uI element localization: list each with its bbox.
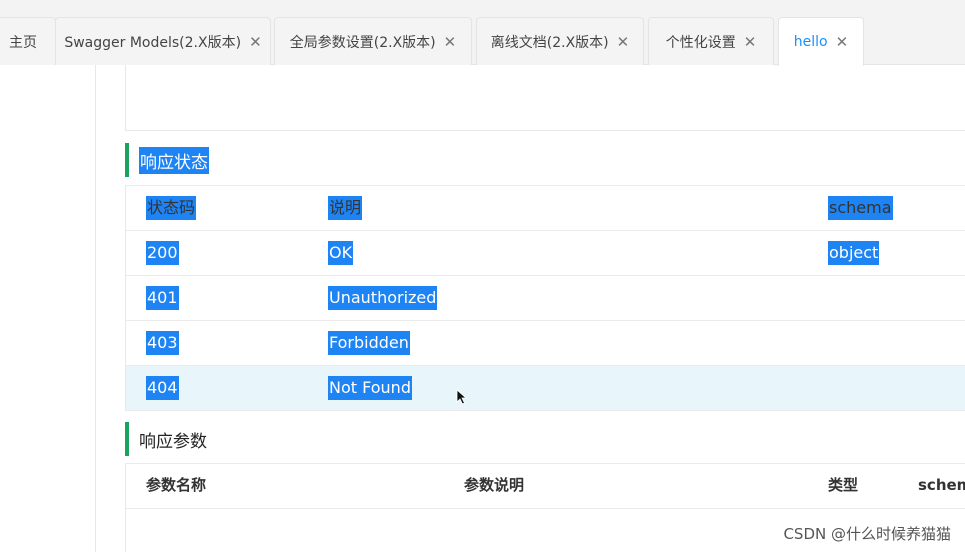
close-icon[interactable]: ✕: [617, 33, 630, 51]
header-status-code: 状态码: [146, 196, 197, 220]
tab-hello[interactable]: hello ✕: [778, 17, 864, 66]
status-description: OK: [328, 241, 354, 265]
tab-home[interactable]: 主页: [0, 17, 56, 65]
close-icon[interactable]: ✕: [836, 33, 849, 51]
header-type: 类型: [828, 476, 859, 494]
response-status-table: 状态码 说明 schema 200 OK object 401 Unauthor…: [125, 185, 965, 411]
status-description: Unauthorized: [328, 286, 438, 310]
section-accent-bar: [125, 143, 129, 177]
tab-global-params[interactable]: 全局参数设置(2.X版本) ✕: [274, 17, 472, 65]
close-icon[interactable]: ✕: [744, 33, 757, 51]
table-row[interactable]: 404 Not Found: [126, 365, 965, 410]
close-icon[interactable]: ✕: [249, 33, 262, 51]
tab-label: hello: [793, 34, 828, 50]
tab-label: 离线文档(2.X版本): [490, 34, 609, 51]
section-title-text: 响应状态: [139, 146, 209, 174]
tab-offline-docs[interactable]: 离线文档(2.X版本) ✕: [476, 17, 644, 65]
header-description: 说明: [328, 196, 363, 220]
table-row[interactable]: 200 OK object: [126, 230, 965, 275]
table-header-row: 参数名称 参数说明 类型 schem: [126, 463, 965, 508]
section-accent-bar: [125, 422, 129, 456]
tab-bar: 主页 Swagger Models(2.X版本) ✕ 全局参数设置(2.X版本)…: [0, 0, 965, 66]
table-row[interactable]: 401 Unauthorized: [126, 275, 965, 320]
close-icon[interactable]: ✕: [444, 33, 457, 51]
status-description: Forbidden: [328, 331, 410, 355]
header-schema: schema: [828, 196, 893, 220]
tab-swagger-models[interactable]: Swagger Models(2.X版本) ✕: [55, 17, 271, 65]
status-code: 401: [146, 286, 179, 310]
tab-personalization[interactable]: 个性化设置 ✕: [648, 17, 774, 65]
status-code: 200: [146, 241, 179, 265]
table-bottom-border: [126, 410, 965, 411]
response-status-title: 响应状态: [125, 143, 209, 177]
table-header-row: 状态码 说明 schema: [126, 185, 965, 230]
status-description: Not Found: [328, 376, 412, 400]
left-panel: [0, 65, 96, 552]
tab-label: 全局参数设置(2.X版本): [289, 34, 436, 51]
previous-section-box: [125, 65, 965, 131]
header-param-name: 参数名称: [146, 476, 207, 494]
status-code: 403: [146, 331, 179, 355]
tab-label: Swagger Models(2.X版本): [64, 34, 242, 51]
status-code: 404: [146, 376, 179, 400]
tab-label: 主页: [9, 34, 37, 51]
mouse-cursor-icon: [456, 389, 468, 405]
watermark: CSDN @什么时候养猫猫: [783, 525, 951, 543]
response-params-title: 响应参数: [125, 422, 207, 456]
header-schema: schem: [918, 476, 965, 494]
status-schema: object: [828, 241, 880, 265]
section-title-text: 响应参数: [139, 431, 207, 452]
tab-label: 个性化设置: [665, 34, 736, 51]
header-param-desc: 参数说明: [464, 476, 525, 494]
table-row[interactable]: 403 Forbidden: [126, 320, 965, 365]
